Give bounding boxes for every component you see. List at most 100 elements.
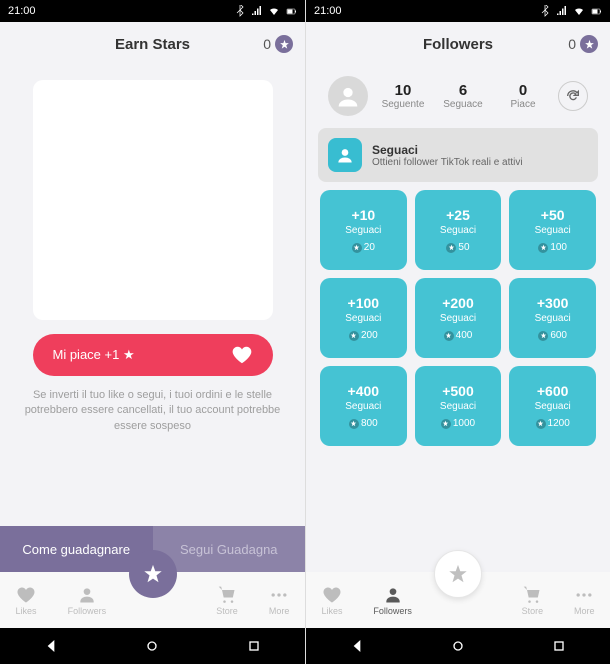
package-item[interactable]: +25 Seguaci 50 — [415, 190, 502, 270]
package-item[interactable]: +200 Seguaci 400 — [415, 278, 502, 358]
recent-icon[interactable] — [551, 638, 567, 654]
package-label: Seguaci — [535, 401, 571, 412]
nav-fab[interactable] — [434, 550, 482, 598]
package-amount: +50 — [541, 207, 565, 223]
package-cost: 200 — [349, 330, 378, 341]
signal-icon — [556, 5, 568, 17]
status-bar: 21:00 — [0, 0, 305, 22]
phone-left: 21:00 Earn Stars 0 Mi piace +1 ★ — [0, 0, 305, 664]
profile-stats-row: 10 Seguente 6 Seguace 0 Piace — [318, 70, 598, 126]
nav-fab[interactable] — [129, 550, 177, 598]
heart-icon — [231, 344, 253, 366]
package-amount: +10 — [351, 207, 375, 223]
tab-follow-earn[interactable]: Segui Guadagna — [153, 526, 306, 572]
stat-likes: 0 Piace — [498, 82, 548, 110]
package-item[interactable]: +50 Seguaci 100 — [509, 190, 596, 270]
cart-icon — [522, 585, 542, 605]
star-icon — [538, 243, 548, 253]
status-bar: 21:00 — [306, 0, 610, 22]
nav-store[interactable]: Store — [216, 585, 238, 616]
bottom-nav: Likes Followers Store More — [306, 572, 610, 628]
back-icon[interactable] — [43, 638, 59, 654]
banner-title: Seguaci — [372, 143, 523, 157]
recent-icon[interactable] — [246, 638, 262, 654]
star-icon — [349, 419, 359, 429]
star-icon — [352, 243, 362, 253]
package-label: Seguaci — [345, 401, 381, 412]
status-time: 21:00 — [314, 5, 342, 17]
more-icon — [269, 585, 289, 605]
package-item[interactable]: +300 Seguaci 600 — [509, 278, 596, 358]
like-button-label: Mi piace +1 ★ — [53, 347, 135, 363]
content-card[interactable] — [33, 80, 273, 320]
status-time: 21:00 — [8, 5, 36, 17]
package-item[interactable]: +600 Seguaci 1200 — [509, 366, 596, 446]
package-item[interactable]: +100 Seguaci 200 — [320, 278, 407, 358]
star-icon — [275, 35, 293, 53]
header: Earn Stars 0 — [0, 22, 305, 66]
package-cost: 100 — [538, 242, 567, 253]
like-button[interactable]: Mi piace +1 ★ — [33, 334, 273, 376]
header: Followers 0 — [306, 22, 610, 66]
person-icon — [383, 585, 403, 605]
star-icon — [441, 419, 451, 429]
package-item[interactable]: +400 Seguaci 800 — [320, 366, 407, 446]
stat-followers: 6 Seguace — [438, 82, 488, 110]
person-icon — [334, 82, 362, 110]
star-icon — [447, 563, 469, 585]
package-amount: +400 — [348, 383, 380, 399]
android-nav — [0, 628, 305, 664]
package-cost: 600 — [538, 330, 567, 341]
wifi-icon — [268, 5, 280, 17]
star-balance[interactable]: 0 — [568, 35, 598, 53]
package-amount: +500 — [442, 383, 474, 399]
page-title: Followers — [423, 36, 493, 53]
package-cost: 800 — [349, 418, 378, 429]
bottom-nav: Likes Followers Store More — [0, 572, 305, 628]
person-icon — [77, 585, 97, 605]
nav-more[interactable]: More — [269, 585, 290, 616]
more-icon — [574, 585, 594, 605]
stat-following: 10 Seguente — [378, 82, 428, 110]
star-icon — [446, 243, 456, 253]
wifi-icon — [573, 5, 585, 17]
page-title: Earn Stars — [115, 36, 190, 53]
signal-icon — [251, 5, 263, 17]
person-badge-icon — [328, 138, 362, 172]
heart-icon — [16, 585, 36, 605]
star-icon — [538, 331, 548, 341]
followers-banner[interactable]: Seguaci Ottieni follower TikTok reali e … — [318, 128, 598, 182]
package-cost: 1200 — [536, 418, 570, 429]
nav-store[interactable]: Store — [522, 585, 544, 616]
nav-likes[interactable]: Likes — [321, 585, 342, 616]
package-item[interactable]: +10 Seguaci 20 — [320, 190, 407, 270]
nav-more[interactable]: More — [574, 585, 595, 616]
package-item[interactable]: +500 Seguaci 1000 — [415, 366, 502, 446]
star-icon — [349, 331, 359, 341]
refresh-icon — [565, 88, 581, 104]
nav-followers[interactable]: Followers — [68, 585, 107, 616]
home-icon[interactable] — [450, 638, 466, 654]
nav-followers[interactable]: Followers — [373, 585, 412, 616]
package-label: Seguaci — [535, 225, 571, 236]
heart-icon — [322, 585, 342, 605]
star-balance[interactable]: 0 — [263, 35, 293, 53]
home-icon[interactable] — [144, 638, 160, 654]
star-icon — [142, 563, 164, 585]
battery-icon — [285, 5, 297, 17]
avatar[interactable] — [328, 76, 368, 116]
back-icon[interactable] — [349, 638, 365, 654]
package-label: Seguaci — [440, 313, 476, 324]
package-label: Seguaci — [345, 313, 381, 324]
android-nav — [306, 628, 610, 664]
bluetooth-icon — [539, 5, 551, 17]
refresh-button[interactable] — [558, 81, 588, 111]
nav-likes[interactable]: Likes — [16, 585, 37, 616]
content-area: 10 Seguente 6 Seguace 0 Piace — [306, 66, 610, 572]
bluetooth-icon — [234, 5, 246, 17]
package-cost: 50 — [446, 242, 469, 253]
star-count: 0 — [263, 36, 271, 52]
package-label: Seguaci — [440, 401, 476, 412]
package-cost: 20 — [352, 242, 375, 253]
star-icon — [444, 331, 454, 341]
